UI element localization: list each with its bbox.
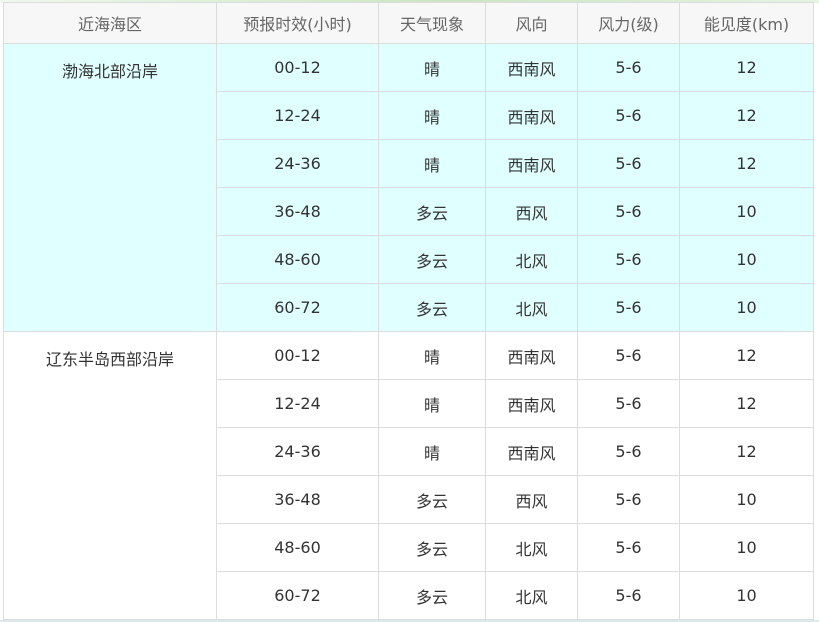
table-body: 渤海北部沿岸 00-12 晴西南风 5-6 12 12-24 晴西南风 5-6 12 24-36 晴… bbox=[3, 43, 814, 620]
visibility-cell: 12 bbox=[679, 43, 814, 92]
forecast-period-cell: 12-24 bbox=[216, 91, 379, 140]
header-weather: 天气现象 bbox=[378, 2, 486, 44]
visibility-cell: 10 bbox=[679, 283, 814, 332]
header-sea-area: 近海海区 bbox=[3, 2, 217, 44]
weather-cell: 晴 bbox=[378, 91, 486, 140]
weather-cell: 晴 bbox=[378, 331, 486, 380]
forecast-period-cell: 00-12 bbox=[216, 331, 379, 380]
sea-area-forecast-table: 近海海区 预报时效(小时) 天气现象 风向 风力(级) 能见度(km) 渤海北部… bbox=[3, 2, 814, 620]
visibility-cell: 12 bbox=[679, 91, 814, 140]
forecast-period-cell: 24-36 bbox=[216, 427, 379, 476]
weather-cell: 晴 bbox=[378, 379, 486, 428]
wind-direction-cell: 北风 bbox=[485, 523, 578, 572]
wind-direction-cell: 西风 bbox=[485, 187, 578, 236]
visibility-cell: 12 bbox=[679, 139, 814, 188]
wind-force-cell: 5-6 bbox=[577, 91, 680, 140]
wind-force-cell: 5-6 bbox=[577, 235, 680, 284]
table-row: 渤海北部沿岸 00-12 晴西南风 5-6 12 bbox=[3, 43, 814, 332]
header-wind-force: 风力(级) bbox=[577, 2, 680, 44]
wind-force-cell: 5-6 bbox=[577, 571, 680, 620]
forecast-period-cell: 60-72 bbox=[216, 283, 379, 332]
forecast-period-cell: 48-60 bbox=[216, 235, 379, 284]
forecast-period-cell: 24-36 bbox=[216, 139, 379, 188]
forecast-page: 近海海区 预报时效(小时) 天气现象 风向 风力(级) 能见度(km) 渤海北部… bbox=[0, 0, 819, 622]
forecast-period-cell: 36-48 bbox=[216, 187, 379, 236]
wind-direction-cell: 北风 bbox=[485, 283, 578, 332]
wind-force-cell: 5-6 bbox=[577, 331, 680, 380]
wind-direction-cell: 西南风 bbox=[485, 91, 578, 140]
header-visibility: 能见度(km) bbox=[679, 2, 814, 44]
wind-direction-cell: 西南风 bbox=[485, 139, 578, 188]
wind-direction-cell: 西风 bbox=[485, 475, 578, 524]
header-wind-direction: 风向 bbox=[485, 2, 578, 44]
wind-force-cell: 5-6 bbox=[577, 283, 680, 332]
weather-cell: 多云 bbox=[378, 571, 486, 620]
wind-force-cell: 5-6 bbox=[577, 139, 680, 188]
wind-force-cell: 5-6 bbox=[577, 427, 680, 476]
sea-area-name-cell: 辽东半岛西部沿岸 bbox=[3, 331, 217, 620]
forecast-period-cell: 48-60 bbox=[216, 523, 379, 572]
wind-direction-cell: 西南风 bbox=[485, 331, 578, 380]
sea-area-name-cell: 渤海北部沿岸 bbox=[3, 43, 217, 332]
table-row: 辽东半岛西部沿岸 00-12 晴西南风 5-6 12 bbox=[3, 331, 814, 620]
forecast-period-cell: 36-48 bbox=[216, 475, 379, 524]
wind-direction-cell: 北风 bbox=[485, 235, 578, 284]
weather-cell: 多云 bbox=[378, 283, 486, 332]
weather-cell: 多云 bbox=[378, 523, 486, 572]
visibility-cell: 10 bbox=[679, 235, 814, 284]
weather-cell: 多云 bbox=[378, 235, 486, 284]
visibility-cell: 10 bbox=[679, 523, 814, 572]
header-row: 近海海区 预报时效(小时) 天气现象 风向 风力(级) 能见度(km) bbox=[3, 2, 814, 44]
visibility-cell: 12 bbox=[679, 379, 814, 428]
weather-cell: 晴 bbox=[378, 43, 486, 92]
wind-force-cell: 5-6 bbox=[577, 379, 680, 428]
header-forecast-period: 预报时效(小时) bbox=[216, 2, 379, 44]
forecast-period-cell: 12-24 bbox=[216, 379, 379, 428]
visibility-cell: 10 bbox=[679, 475, 814, 524]
weather-cell: 晴 bbox=[378, 139, 486, 188]
visibility-cell: 12 bbox=[679, 331, 814, 380]
wind-direction-cell: 西南风 bbox=[485, 427, 578, 476]
weather-cell: 晴 bbox=[378, 427, 486, 476]
wind-force-cell: 5-6 bbox=[577, 523, 680, 572]
weather-cell: 多云 bbox=[378, 187, 486, 236]
wind-force-cell: 5-6 bbox=[577, 187, 680, 236]
wind-direction-cell: 北风 bbox=[485, 571, 578, 620]
weather-cell: 多云 bbox=[378, 475, 486, 524]
visibility-cell: 12 bbox=[679, 427, 814, 476]
table-header: 近海海区 预报时效(小时) 天气现象 风向 风力(级) 能见度(km) bbox=[3, 2, 814, 44]
forecast-period-cell: 60-72 bbox=[216, 571, 379, 620]
wind-direction-cell: 西南风 bbox=[485, 379, 578, 428]
wind-force-cell: 5-6 bbox=[577, 475, 680, 524]
visibility-cell: 10 bbox=[679, 187, 814, 236]
wind-force-cell: 5-6 bbox=[577, 43, 680, 92]
forecast-period-cell: 00-12 bbox=[216, 43, 379, 92]
wind-direction-cell: 西南风 bbox=[485, 43, 578, 92]
visibility-cell: 10 bbox=[679, 571, 814, 620]
